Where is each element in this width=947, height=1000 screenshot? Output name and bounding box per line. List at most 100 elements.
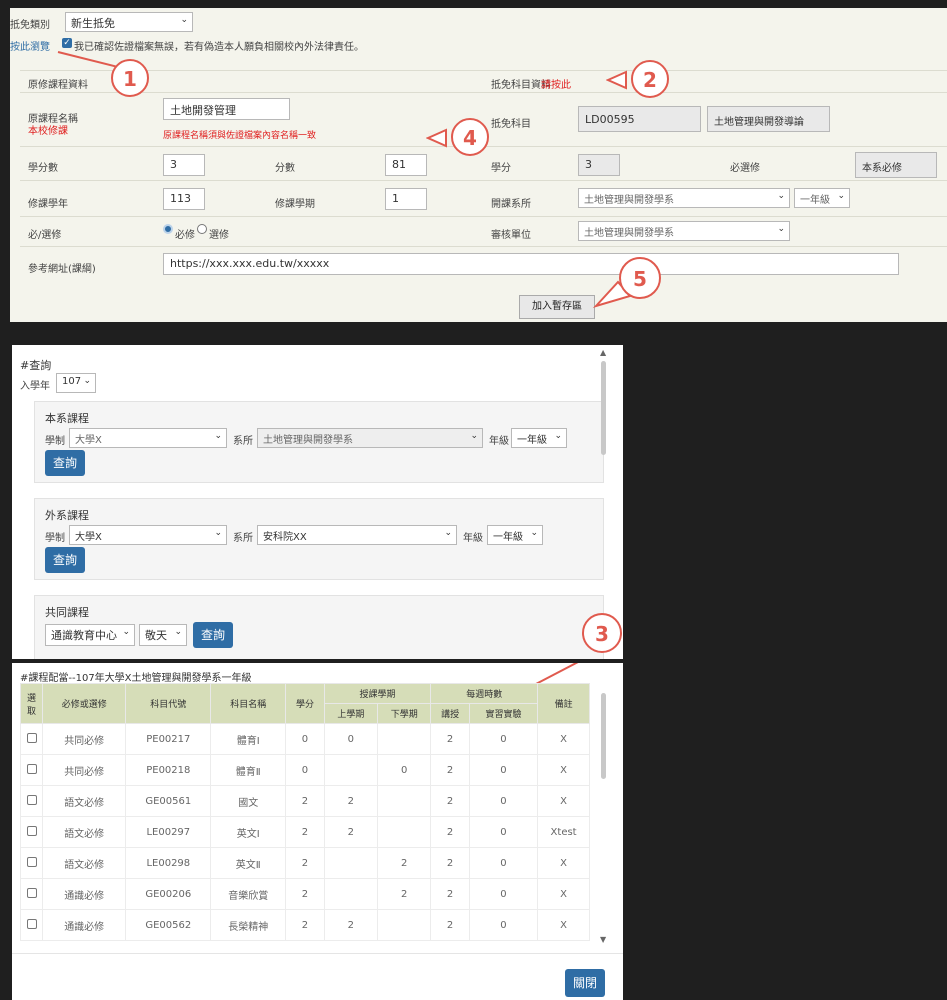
cell-lecture: 2 <box>430 785 470 817</box>
row-select-checkbox[interactable] <box>26 732 37 743</box>
other-search-button[interactable]: 查詢 <box>45 547 85 573</box>
system-select[interactable]: 大學X ⌄ <box>69 428 227 448</box>
required-radio[interactable] <box>163 224 173 234</box>
cell-lab: 0 <box>468 909 539 941</box>
chevron-down-icon: ⌄ <box>777 224 785 234</box>
other-grade-select[interactable]: 一年級 ⌄ <box>487 525 543 545</box>
credits-input[interactable]: 3 <box>163 154 205 176</box>
svg-text:1: 1 <box>123 67 137 91</box>
table-row[interactable]: 語文必修 LE00298 英文Ⅱ 2 2 2 0 X <box>20 847 590 879</box>
row-select-checkbox[interactable] <box>26 887 37 898</box>
cell-first <box>323 754 379 786</box>
chevron-down-icon: ⌄ <box>174 627 182 637</box>
review-select[interactable]: 土地管理與開發學系 ⌄ <box>578 221 790 241</box>
course-table: 選取 必修或選修 科目代號 科目名稱 學分 授課學期 每週時數 備註 上學期 下… <box>20 683 590 941</box>
scroll-up-icon[interactable]: ▲ <box>600 348 606 357</box>
cell-credits: 2 <box>285 878 325 910</box>
credits-label: 學分數 <box>28 163 58 174</box>
target-credits-field: 3 <box>578 154 620 176</box>
cell-type: 共同必修 <box>41 723 127 755</box>
table-row[interactable]: 共同必修 PE00217 體育Ⅰ 0 0 2 0 X <box>20 723 590 755</box>
other-system-select[interactable]: 大學X ⌄ <box>69 525 227 545</box>
cell-first: 2 <box>323 816 379 848</box>
row-select-checkbox[interactable] <box>26 794 37 805</box>
cell-code: LE00298 <box>125 847 212 879</box>
chevron-down-icon: ⌄ <box>122 627 130 637</box>
dept-select[interactable]: 土地管理與開發學系 ⌄ <box>257 428 483 448</box>
row-select-checkbox[interactable] <box>26 918 37 929</box>
table-row[interactable]: 語文必修 LE00297 英文Ⅰ 2 2 2 0 Xtest <box>20 816 590 848</box>
cell-second: 2 <box>377 847 432 879</box>
col-code: 科目代號 <box>125 683 212 724</box>
cell-credits: 2 <box>285 909 325 941</box>
cell-code: GE00206 <box>125 878 212 910</box>
row-select-checkbox[interactable] <box>26 825 37 836</box>
subject-label: 抵免科目 <box>491 119 531 130</box>
cell-name: 音樂欣賞 <box>210 878 287 910</box>
row-select-checkbox[interactable] <box>26 856 37 867</box>
dept-select[interactable]: 土地管理與開發學系 ⌄ <box>578 188 790 208</box>
elective-radio[interactable] <box>197 224 207 234</box>
year-input[interactable]: 113 <box>163 188 205 210</box>
target-section-link[interactable]: 請按此 <box>541 76 571 91</box>
table-row[interactable]: 通識必修 GE00206 音樂欣賞 2 2 2 0 X <box>20 878 590 910</box>
other-dept-select[interactable]: 安科院XX ⌄ <box>257 525 457 545</box>
dept-courses-title: 本系課程 <box>45 412 89 425</box>
cell-second <box>377 785 432 817</box>
close-button[interactable]: 關閉 <box>565 969 605 997</box>
subject-code-field: LD00595 <box>578 106 701 132</box>
semester-label: 修課學期 <box>275 199 315 210</box>
url-input[interactable]: https://xxx.xxx.edu.tw/xxxxx <box>163 253 899 275</box>
cell-type: 共同必修 <box>41 754 127 786</box>
course-name-input[interactable]: 土地開發管理 <box>163 98 290 120</box>
consent-checkbox[interactable]: ✓ <box>62 38 72 48</box>
table-row[interactable]: 通識必修 GE00562 長榮精神 2 2 2 0 X <box>20 909 590 941</box>
type-select[interactable]: 敬天 ⌄ <box>139 624 187 646</box>
col-first: 上學期 <box>323 703 379 724</box>
col-weekly: 每週時數 <box>430 683 539 704</box>
other-courses-card: 外系課程 學制 大學X ⌄ 系所 安科院XX ⌄ 年級 一年級 ⌄ 查詢 <box>34 498 604 580</box>
cell-first: 2 <box>323 785 379 817</box>
col-select: 選取 <box>20 683 43 724</box>
subject-name-field: 土地管理與開發導論 <box>707 106 830 132</box>
cell-lecture: 2 <box>430 878 470 910</box>
consent-prefix[interactable]: 按此瀏覽 <box>10 38 50 53</box>
common-search-button[interactable]: 查詢 <box>193 622 233 648</box>
grade-select[interactable]: 一年級 ⌄ <box>511 428 567 448</box>
chevron-down-icon: ⌄ <box>180 15 188 25</box>
chevron-down-icon: ⌄ <box>777 191 785 201</box>
course-name-sublabel: 本校修課 <box>28 126 68 137</box>
scroll-down-icon[interactable]: ▼ <box>600 935 606 944</box>
cell-second: 0 <box>377 754 432 786</box>
table-title: #課程配當--107年大學X土地管理與開發學系一年級 <box>20 673 252 684</box>
course-query-panel: #查詢 入學年 107 ⌄ 本系課程 學制 大學X ⌄ 系所 土地管理與開發學系 ⌄ … <box>12 345 623 659</box>
query-title: #查詢 <box>20 359 52 372</box>
score-input[interactable]: 81 <box>385 154 427 176</box>
required-radio-label: 必修 <box>175 230 195 241</box>
semester-input[interactable]: 1 <box>385 188 427 210</box>
center-select[interactable]: 通識教育中心 ⌄ <box>45 624 135 646</box>
cell-code: LE00297 <box>125 816 212 848</box>
svg-text:2: 2 <box>643 68 657 92</box>
system-label: 學制 <box>45 436 65 447</box>
row-select-checkbox[interactable] <box>26 763 37 774</box>
grade-select[interactable]: 一年級 ⌄ <box>794 188 850 208</box>
cell-type: 語文必修 <box>41 816 127 848</box>
exempt-type-select[interactable]: 新生抵免 ⌄ <box>65 12 193 32</box>
dept-label: 系所 <box>233 436 253 447</box>
cell-type: 通識必修 <box>41 909 127 941</box>
cell-note: X <box>537 785 590 817</box>
entry-year-select[interactable]: 107 ⌄ <box>56 373 96 393</box>
cell-name: 英文Ⅱ <box>210 847 287 879</box>
table-scrollbar[interactable] <box>601 693 606 779</box>
table-row[interactable]: 共同必修 PE00218 體育Ⅱ 0 0 2 0 X <box>20 754 590 786</box>
dept-search-button[interactable]: 查詢 <box>45 450 85 476</box>
cell-type: 語文必修 <box>41 847 127 879</box>
query-scrollbar[interactable] <box>601 361 606 455</box>
table-row[interactable]: 語文必修 GE00561 國文 2 2 2 0 X <box>20 785 590 817</box>
add-to-staging-button[interactable]: 加入暫存區 <box>519 295 595 319</box>
cell-note: X <box>537 909 590 941</box>
cell-credits: 2 <box>285 816 325 848</box>
col-teach-sem: 授課學期 <box>323 683 432 704</box>
other-dept-label: 系所 <box>233 533 253 544</box>
